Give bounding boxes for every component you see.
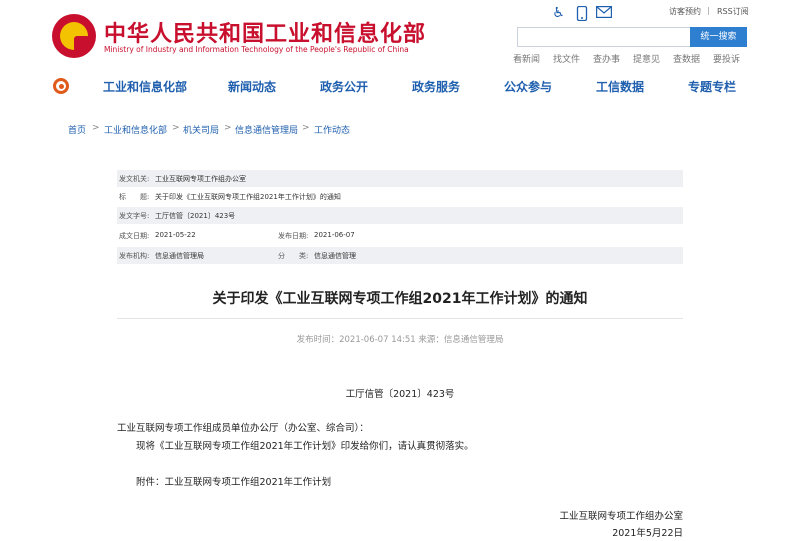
meta-label: 发文字号: xyxy=(119,212,150,220)
meta-label: 成文日期: xyxy=(119,232,150,240)
meta-label: 标 题: xyxy=(119,193,150,201)
breadcrumb-separator: > xyxy=(224,123,232,133)
meta-label: 分 类: xyxy=(278,252,309,260)
meta-label: 发布日期: xyxy=(278,232,309,240)
visitor-appointment-link[interactable]: 访客预约 xyxy=(669,6,701,17)
body-paragraph: 现将《工业互联网专项工作组2021年工作计划》印发给你们，请认真贯彻落实。 xyxy=(136,441,474,452)
breadcrumb-bureau[interactable]: 信息通信管理局 xyxy=(235,123,298,136)
meta-row-docno: 发文字号: 工厅信管〔2021〕423号 xyxy=(117,207,683,224)
title-divider xyxy=(117,318,683,319)
breadcrumb-current[interactable]: 工作动态 xyxy=(314,123,350,136)
sign-date: 2021年5月22日 xyxy=(612,528,683,539)
meta-row-title: 标 题: 关于印发《工业互联网专项工作组2021年工作计划》的通知 xyxy=(117,188,683,205)
meta-value: 关于印发《工业互联网专项工作组2021年工作计划》的通知 xyxy=(155,193,341,201)
quick-link-files[interactable]: 找文件 xyxy=(553,52,580,65)
nav-item-gov-service[interactable]: 政务服务 xyxy=(412,78,460,95)
breadcrumb-home[interactable]: 首页 xyxy=(68,123,86,136)
site-title: 中华人民共和国工业和信息化部 xyxy=(104,22,427,47)
site-subtitle: Ministry of Industry and Information Tec… xyxy=(104,45,409,54)
meta-value: 工厅信管〔2021〕423号 xyxy=(155,212,236,220)
meta-row-dates: 成文日期: 2021-05-22 发布日期: 2021-06-07 xyxy=(117,227,683,244)
email-icon[interactable] xyxy=(596,6,613,21)
nav-item-participation[interactable]: 公众参与 xyxy=(504,78,552,95)
recipient-line: 工业互联网专项工作组成员单位办公厅（办公室、综合司）： xyxy=(117,423,369,434)
meta-label: 发文机关: xyxy=(119,175,150,183)
search-button[interactable]: 统一搜索 xyxy=(690,27,747,47)
meta-label: 发布机构: xyxy=(119,252,150,260)
meta-value: 工业互联网专项工作组办公室 xyxy=(155,175,246,183)
quick-link-news[interactable]: 看新闻 xyxy=(513,52,540,65)
signer: 工业互联网专项工作组办公室 xyxy=(559,511,683,522)
meta-row-issuer: 发文机关: 工业互联网专项工作组办公室 xyxy=(117,170,683,187)
nav-logo-icon xyxy=(53,78,69,94)
rss-link[interactable]: RSS订阅 xyxy=(717,6,749,17)
nav-item-news[interactable]: 新闻动态 xyxy=(228,78,276,95)
nav-item-gov-info[interactable]: 政务公开 xyxy=(320,78,368,95)
nav-item-topics[interactable]: 专题专栏 xyxy=(688,78,736,95)
mobile-icon[interactable] xyxy=(574,5,589,22)
document-number: 工厅信管〔2021〕423号 xyxy=(345,389,455,400)
meta-value: 2021-05-22 xyxy=(155,231,196,239)
quick-link-data[interactable]: 查数据 xyxy=(673,52,700,65)
meta-value: 信息通信管理 xyxy=(314,252,356,260)
meta-row-org: 发布机构: 信息通信管理局 分 类: 信息通信管理 xyxy=(117,247,683,264)
nav-item-data[interactable]: 工信数据 xyxy=(596,78,644,95)
national-emblem-logo xyxy=(52,14,96,58)
meta-value: 2021-06-07 xyxy=(314,231,355,239)
breadcrumb-departments[interactable]: 机关司局 xyxy=(183,123,219,136)
quick-link-services[interactable]: 查办事 xyxy=(593,52,620,65)
breadcrumb-separator: > xyxy=(172,123,180,133)
accessibility-icon[interactable]: ♿ xyxy=(551,6,566,21)
breadcrumb-miit[interactable]: 工业和信息化部 xyxy=(104,123,167,136)
util-separator: | xyxy=(707,6,710,15)
breadcrumb-separator: > xyxy=(302,123,310,133)
meta-value: 信息通信管理局 xyxy=(155,252,204,260)
quick-link-complaint[interactable]: 要投诉 xyxy=(713,52,740,65)
quick-link-feedback[interactable]: 提意见 xyxy=(633,52,660,65)
publish-info: 发布时间：2021-06-07 14:51 来源：信息通信管理局 xyxy=(296,335,504,345)
search-input[interactable] xyxy=(517,27,691,47)
attachment-link[interactable]: 附件：工业互联网专项工作组2021年工作计划 xyxy=(136,474,331,488)
nav-item-miit[interactable]: 工业和信息化部 xyxy=(103,78,187,95)
breadcrumb-separator: > xyxy=(92,123,100,133)
article-title: 关于印发《工业互联网专项工作组2021年工作计划》的通知 xyxy=(212,291,588,307)
